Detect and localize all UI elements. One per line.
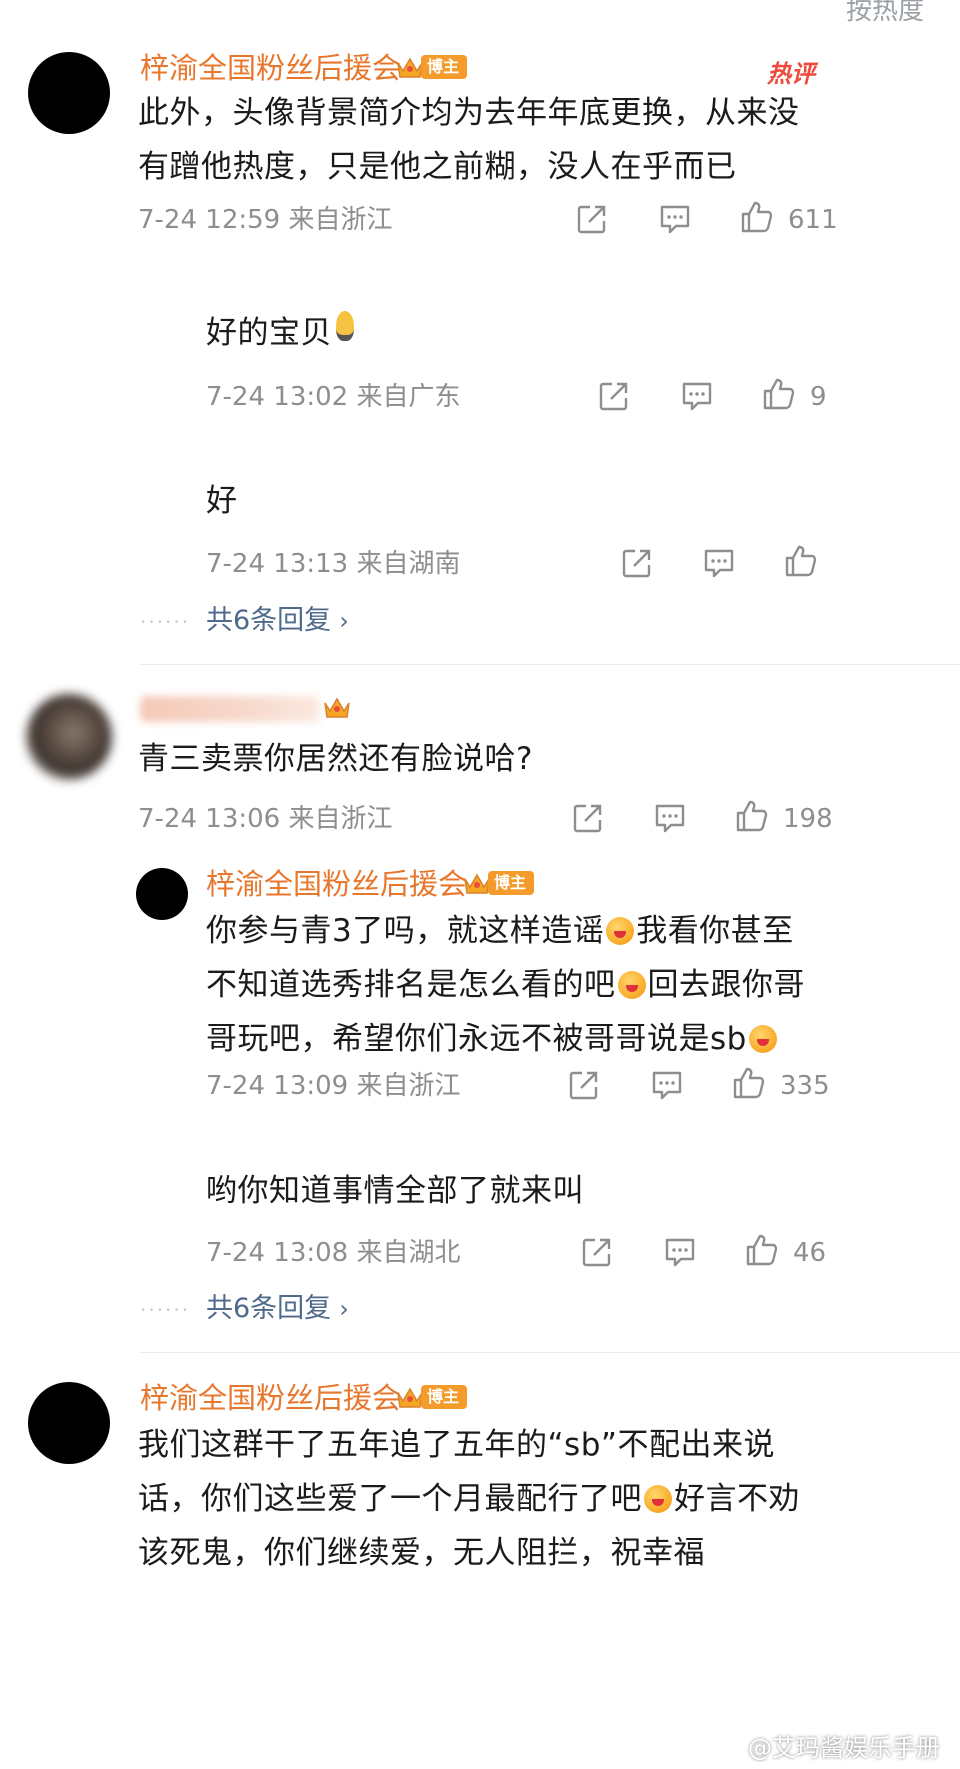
avatar[interactable] — [136, 868, 188, 920]
comment-line: 有蹭他热度，只是他之前糊，没人在乎而已 — [138, 149, 737, 185]
reply-text: 好 — [206, 483, 238, 519]
timestamp-location: 7-24 13:13 来自湖南 — [206, 549, 461, 579]
thumbs-up-icon — [733, 1067, 765, 1099]
share-icon — [622, 549, 651, 578]
laughing-emoji-icon — [617, 971, 646, 999]
reply-text: 哟你知道事情全部了就来叫 — [206, 1173, 584, 1209]
chevron-right-icon: › — [339, 1295, 349, 1323]
share-icon — [569, 1071, 598, 1100]
like-count: 335 — [780, 1071, 830, 1101]
avatar[interactable] — [28, 1382, 110, 1464]
avatar[interactable] — [28, 52, 110, 134]
comment-icon — [660, 205, 690, 234]
comment-button[interactable] — [653, 801, 687, 835]
comment-button[interactable] — [663, 1235, 697, 1269]
thumbs-up-icon — [746, 1234, 778, 1266]
verified-badge: 博主 — [462, 868, 535, 898]
timestamp-location: 7-24 13:08 来自湖北 — [206, 1238, 461, 1268]
like-button[interactable] — [732, 1066, 766, 1100]
like-button[interactable] — [762, 377, 796, 411]
username[interactable]: 梓渝全国粉丝后援会 — [140, 54, 401, 83]
thumbs-up-icon — [785, 545, 817, 577]
comment-line: 此外，头像背景简介均为去年年底更换，从来没 — [138, 95, 800, 131]
comment-button[interactable] — [680, 379, 714, 413]
thumbs-up-icon — [736, 800, 768, 832]
like-count: 9 — [810, 382, 827, 412]
thumbs-up-icon — [763, 378, 795, 410]
verified-badge: 博主 — [395, 52, 468, 82]
comment-icon — [682, 382, 712, 411]
blogger-tag: 博主 — [421, 55, 468, 79]
like-button[interactable] — [784, 544, 818, 578]
lightbulb-emoji-icon — [336, 311, 354, 341]
laughing-emoji-icon — [606, 917, 635, 945]
like-count: 46 — [793, 1238, 827, 1268]
hot-comment-tag: 热评 — [767, 59, 815, 88]
comment-text: 青三卖票你居然还有脸说哈? — [138, 741, 533, 777]
like-count: 611 — [788, 205, 838, 235]
blogger-tag: 博主 — [421, 1385, 468, 1409]
vip-badge — [322, 692, 352, 722]
crown-icon — [324, 697, 350, 718]
like-button[interactable] — [740, 200, 774, 234]
like-count: 198 — [783, 804, 833, 834]
comment-text: 我们这群干了五年追了五年的“sb”不配出来说 话，你们这些爱了一个月最配行了吧好… — [138, 1427, 800, 1571]
laughing-emoji-icon — [748, 1025, 777, 1053]
share-icon — [599, 382, 628, 411]
comment-button[interactable] — [650, 1068, 684, 1102]
comment-icon — [655, 804, 685, 833]
share-icon — [582, 1238, 611, 1267]
share-button[interactable] — [567, 1068, 601, 1102]
timestamp-location: 7-24 13:09 来自浙江 — [206, 1071, 461, 1101]
watermark: @艾玛酱娱乐手册 — [748, 1734, 940, 1762]
comment-button[interactable] — [658, 202, 692, 236]
view-more-replies-link[interactable]: 共6条回复 › — [206, 1295, 349, 1322]
chevron-right-icon: › — [339, 607, 349, 635]
comment-icon — [704, 549, 734, 578]
reply-text: 好的宝贝 — [206, 306, 354, 360]
view-more-replies-link[interactable]: 共6条回复 › — [206, 607, 349, 634]
username[interactable]: 梓渝全国粉丝后援会 — [140, 1384, 401, 1413]
comment-text: 此外，头像背景简介均为去年年底更换，从来没 有蹭他热度，只是他之前糊，没人在乎而… — [138, 86, 838, 194]
like-button[interactable] — [735, 799, 769, 833]
separator-dots: ······ — [140, 1298, 191, 1322]
thumbs-up-icon — [741, 201, 773, 233]
share-button[interactable] — [597, 379, 631, 413]
share-button[interactable] — [571, 801, 605, 835]
timestamp-location: 7-24 12:59 来自浙江 — [138, 205, 393, 235]
comment-icon — [652, 1071, 682, 1100]
like-button[interactable] — [745, 1233, 779, 1267]
timestamp-location: 7-24 13:06 来自浙江 — [138, 804, 393, 834]
divider — [140, 664, 960, 665]
comment-button[interactable] — [702, 546, 736, 580]
separator-dots: ······ — [140, 610, 191, 634]
sort-by-hot-fragment[interactable]: 按热度 — [846, 0, 924, 27]
share-icon — [573, 804, 602, 833]
share-button[interactable] — [580, 1235, 614, 1269]
share-button[interactable] — [620, 546, 654, 580]
share-icon — [577, 205, 606, 234]
username[interactable] — [140, 696, 320, 722]
avatar[interactable] — [26, 694, 112, 780]
comment-icon — [665, 1238, 695, 1267]
laughing-emoji-icon — [644, 1485, 672, 1513]
timestamp-location: 7-24 13:02 来自广东 — [206, 382, 461, 412]
share-button[interactable] — [575, 202, 609, 236]
reply-text: 你参与青3了吗，就这样造谣 我看你甚至 不知道选秀排名是怎么看的吧 回去跟你哥 哥玩… — [206, 913, 805, 1057]
blogger-tag: 博主 — [488, 871, 535, 895]
divider — [140, 1352, 960, 1353]
username[interactable]: 梓渝全国粉丝后援会 — [206, 870, 467, 899]
verified-badge: 博主 — [395, 1382, 468, 1412]
